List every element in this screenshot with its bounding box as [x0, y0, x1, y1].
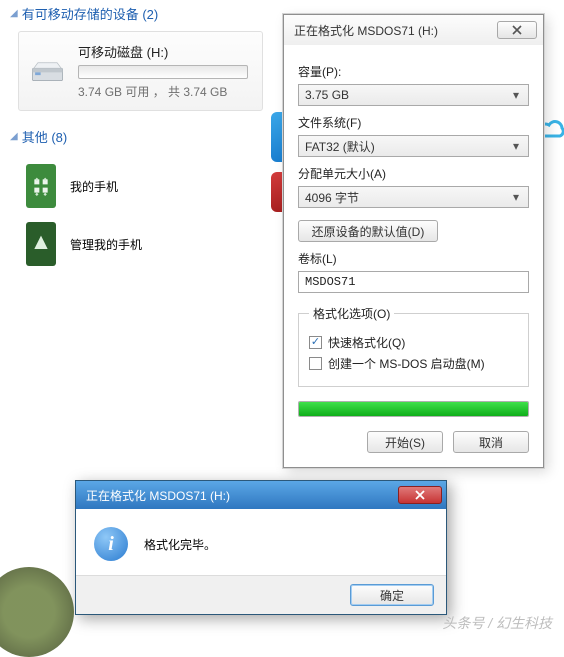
filesystem-value: FAT32 (默认): [305, 138, 375, 155]
phone-manage-icon: [26, 222, 56, 266]
quick-format-checkbox[interactable]: [309, 336, 322, 349]
drive-subtitle: 3.74 GB 可用 ， 共 3.74 GB: [78, 83, 248, 100]
quick-format-label: 快速格式化(Q): [328, 334, 405, 351]
start-button[interactable]: 开始(S): [367, 431, 443, 453]
info-icon: i: [94, 527, 128, 561]
format-options-legend: 格式化选项(O): [309, 305, 394, 322]
other-item-label: 管理我的手机: [70, 236, 142, 253]
drive-title: 可移动磁盘 (H:): [78, 42, 248, 61]
messagebox-titlebar[interactable]: 正在格式化 MSDOS71 (H:): [76, 481, 446, 509]
section-title: 其他 (8): [22, 127, 68, 146]
restore-defaults-button[interactable]: 还原设备的默认值(D): [298, 220, 438, 242]
cancel-button[interactable]: 取消: [453, 431, 529, 453]
messagebox-title-text: 正在格式化 MSDOS71 (H:): [86, 487, 230, 504]
close-button[interactable]: [398, 486, 442, 504]
format-options-fieldset: 格式化选项(O) 快速格式化(Q) 创建一个 MS-DOS 启动盘(M): [298, 305, 529, 387]
close-icon: [511, 25, 523, 35]
other-item-label: 我的手机: [70, 178, 118, 195]
capacity-label: 容量(P):: [298, 63, 529, 80]
chevron-down-icon: ▾: [508, 190, 524, 204]
alloc-label: 分配单元大小(A): [298, 165, 529, 182]
removable-drive-card[interactable]: 可移动磁盘 (H:) 3.74 GB 可用 ， 共 3.74 GB: [18, 31, 263, 111]
watermark-credit: 头条号 / 幻生科技: [442, 613, 552, 633]
dialog-title-text: 正在格式化 MSDOS71 (H:): [294, 22, 438, 39]
volume-label-input[interactable]: [298, 271, 529, 293]
msdos-boot-label: 创建一个 MS-DOS 启动盘(M): [328, 355, 485, 372]
collapse-icon: ◢: [10, 8, 18, 19]
collapse-icon: ◢: [10, 131, 18, 142]
drive-usage-bar: [78, 65, 248, 79]
format-progress-bar: [298, 401, 529, 417]
format-dialog: 正在格式化 MSDOS71 (H:) 容量(P): 3.75 GB ▾ 文件系统…: [283, 14, 544, 468]
volume-label-label: 卷标(L): [298, 250, 529, 267]
capacity-value: 3.75 GB: [305, 88, 349, 102]
format-dialog-titlebar[interactable]: 正在格式化 MSDOS71 (H:): [284, 15, 543, 45]
ok-button[interactable]: 确定: [350, 584, 434, 606]
messagebox-text: 格式化完毕。: [144, 536, 216, 553]
alloc-combo[interactable]: 4096 字节 ▾: [298, 186, 529, 208]
alloc-value: 4096 字节: [305, 189, 359, 206]
filesystem-combo[interactable]: FAT32 (默认) ▾: [298, 135, 529, 157]
chevron-down-icon: ▾: [508, 88, 524, 102]
watermark-seal: [0, 567, 74, 657]
phone-icon: [26, 164, 56, 208]
close-button[interactable]: [497, 21, 537, 39]
format-progress-fill: [299, 402, 528, 416]
section-title: 有可移动存储的设备 (2): [22, 4, 159, 23]
capacity-combo[interactable]: 3.75 GB ▾: [298, 84, 529, 106]
chevron-down-icon: ▾: [508, 139, 524, 153]
drive-icon: [31, 53, 64, 89]
filesystem-label: 文件系统(F): [298, 114, 529, 131]
format-complete-messagebox: 正在格式化 MSDOS71 (H:) i 格式化完毕。 确定: [75, 480, 447, 615]
msdos-boot-checkbox[interactable]: [309, 357, 322, 370]
close-icon: [414, 490, 426, 500]
